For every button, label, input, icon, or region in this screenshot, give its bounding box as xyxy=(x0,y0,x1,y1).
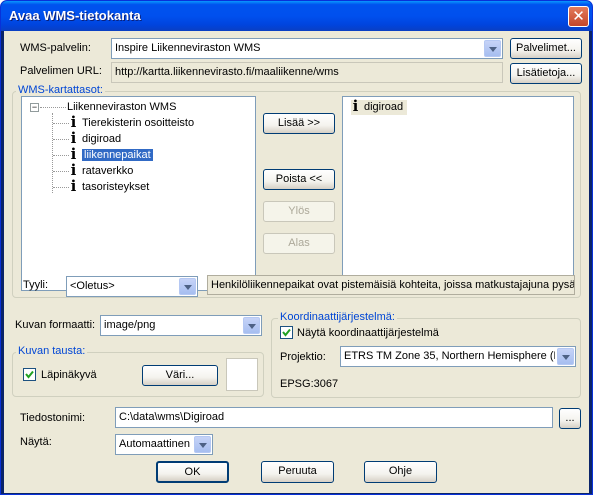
list-item-label: digiroad xyxy=(364,101,404,113)
tree-item-label: tasoristeykset xyxy=(82,181,150,193)
help-button[interactable]: Ohje xyxy=(364,461,437,483)
tree-item[interactable]: i tasoristeykset xyxy=(53,177,150,195)
image-format-label: Kuvan formaatti: xyxy=(15,319,96,331)
tree-item-label: rataverkko xyxy=(82,165,134,177)
chevron-down-icon[interactable] xyxy=(243,317,260,334)
info-icon: i xyxy=(70,113,77,131)
chevron-down-icon[interactable] xyxy=(484,40,501,57)
tree-connector xyxy=(53,186,69,188)
tree-item[interactable]: i rataverkko xyxy=(53,161,134,179)
layer-description: Henkilöliikennepaikat ovat pistemäisiä k… xyxy=(207,275,575,295)
projection-label: Projektio: xyxy=(280,351,326,363)
server-url-field[interactable]: http://kartta.liikennevirasto.fi/maaliik… xyxy=(111,62,503,83)
show-select[interactable]: Automaattinen xyxy=(115,434,213,455)
more-info-button[interactable]: Lisätietoja... xyxy=(510,63,582,84)
tree-connector xyxy=(53,122,69,124)
tree-item-label: liikennepaikat xyxy=(82,149,153,161)
image-format-select[interactable]: image/png xyxy=(100,315,262,336)
info-icon: i xyxy=(70,129,77,147)
wms-server-value: Inspire Liikenneviraston WMS xyxy=(115,42,261,54)
wms-server-select[interactable]: Inspire Liikenneviraston WMS xyxy=(111,38,503,59)
tree-item-label: Tierekisterin osoitteisto xyxy=(82,117,195,129)
collapse-toggle-icon[interactable]: − xyxy=(30,103,39,112)
chevron-down-icon[interactable] xyxy=(194,436,211,453)
layers-group-title: WMS-kartattasot: xyxy=(16,84,105,96)
projection-value: ETRS TM Zone 35, Northern Hemisphere (ET… xyxy=(344,350,555,362)
color-button[interactable]: Väri... xyxy=(142,365,218,386)
server-url-value: http://kartta.liikennevirasto.fi/maaliik… xyxy=(115,66,339,78)
style-label: Tyyli: xyxy=(23,279,49,291)
image-format-value: image/png xyxy=(104,319,156,331)
title-bar[interactable]: Avaa WMS-tietokanta ✕ xyxy=(1,1,592,31)
dialog-body: WMS-palvelin: Inspire Liikenneviraston W… xyxy=(4,31,589,493)
style-value: <Oletus> xyxy=(70,280,115,292)
style-select[interactable]: <Oletus> xyxy=(66,276,198,297)
layer-tree[interactable]: − Liikenneviraston WMS i Tierekisterin os… xyxy=(21,96,256,291)
tree-connector xyxy=(53,138,69,140)
servers-button[interactable]: Palvelimet... xyxy=(510,38,582,59)
projection-select[interactable]: ETRS TM Zone 35, Northern Hemisphere (ET… xyxy=(340,346,576,367)
filename-label: Tiedostonimi: xyxy=(20,412,86,424)
window-title: Avaa WMS-tietokanta xyxy=(9,8,141,23)
show-crs-checkbox[interactable] xyxy=(280,326,293,339)
close-icon: ✕ xyxy=(572,8,585,25)
remove-layer-button[interactable]: Poista << xyxy=(263,169,335,190)
selected-layers-list[interactable]: i digiroad xyxy=(342,96,574,291)
info-icon: i xyxy=(352,97,359,115)
color-swatch xyxy=(226,358,258,391)
chevron-down-icon[interactable] xyxy=(179,278,196,295)
chevron-down-icon[interactable] xyxy=(557,348,574,365)
add-layer-button[interactable]: Lisää >> xyxy=(263,113,335,134)
ok-button[interactable]: OK xyxy=(156,461,229,483)
wms-server-label: WMS-palvelin: xyxy=(20,42,91,54)
show-crs-label: Näytä koordinaattijärjestelmä xyxy=(297,327,439,339)
tree-root[interactable]: Liikenneviraston WMS xyxy=(67,100,176,115)
tree-item-label: digiroad xyxy=(82,133,122,145)
filename-input[interactable]: C:\data\wms\Digiroad xyxy=(115,407,553,428)
transparent-checkbox[interactable] xyxy=(23,368,36,381)
epsg-code: EPSG:3067 xyxy=(280,378,339,390)
tree-connector xyxy=(53,170,69,172)
info-icon: i xyxy=(70,177,77,195)
browse-button[interactable]: ... xyxy=(559,408,581,429)
check-icon xyxy=(282,328,291,337)
tree-connector xyxy=(40,107,66,108)
show-value: Automaattinen xyxy=(119,438,190,450)
tree-item[interactable]: i digiroad xyxy=(53,129,122,147)
filename-value: C:\data\wms\Digiroad xyxy=(119,411,225,423)
dialog-window: Avaa WMS-tietokanta ✕ WMS-palvelin: Insp… xyxy=(0,0,593,495)
transparent-label: Läpinäkyvä xyxy=(41,369,97,381)
background-group-title: Kuvan tausta: xyxy=(16,345,88,357)
info-icon: i xyxy=(70,145,77,163)
tree-connector xyxy=(53,154,69,156)
close-button[interactable]: ✕ xyxy=(568,6,589,27)
check-icon xyxy=(25,370,34,379)
crs-group-title: Koordinaattijärjestelmä: xyxy=(278,311,397,323)
move-down-button[interactable]: Alas xyxy=(263,233,335,254)
move-up-button[interactable]: Ylös xyxy=(263,201,335,222)
server-url-label: Palvelimen URL: xyxy=(20,65,102,77)
tree-item-selected[interactable]: i liikennepaikat xyxy=(53,145,153,163)
list-item[interactable]: i digiroad xyxy=(351,97,408,115)
show-label: Näytä: xyxy=(20,436,52,448)
cancel-button[interactable]: Peruuta xyxy=(261,461,334,483)
info-icon: i xyxy=(70,161,77,179)
